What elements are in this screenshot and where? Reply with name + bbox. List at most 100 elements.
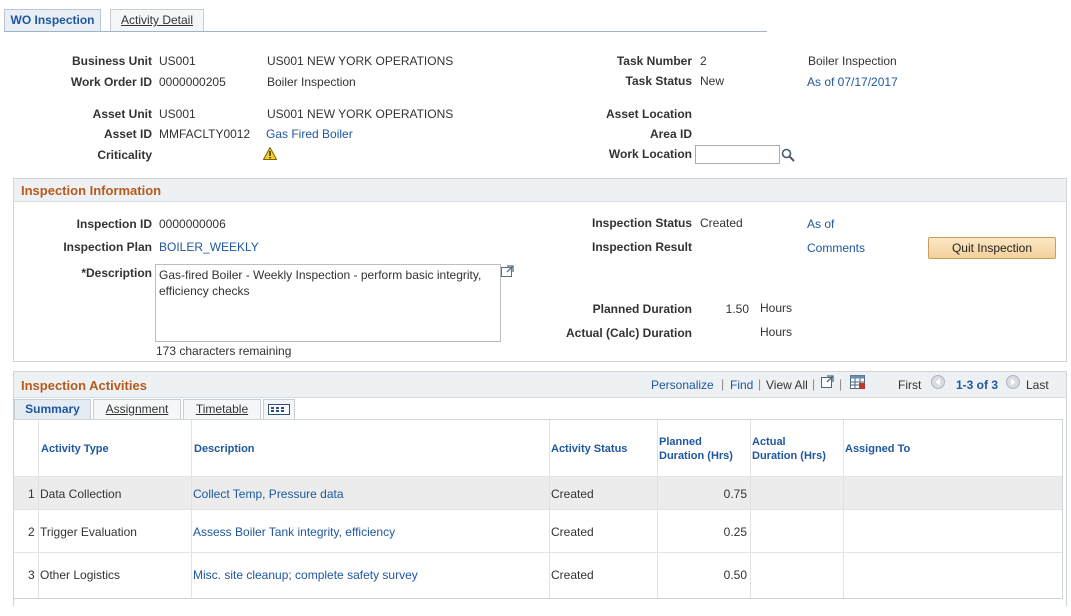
planned-duration-unit: Hours: [760, 301, 793, 315]
col-actual-line2: Duration (Hrs): [752, 450, 826, 462]
tab-assignment-label: Assignment: [105, 402, 169, 416]
view-all-link[interactable]: View All: [766, 378, 808, 392]
task-number-label: Task Number: [616, 54, 692, 68]
col-planned-line2: Duration (Hrs): [659, 450, 733, 462]
col-planned-line1: Planned: [659, 436, 702, 448]
task-status-value: New: [700, 74, 725, 88]
task-status-as-of-link[interactable]: As of 07/17/2017: [807, 75, 898, 89]
work-order-id: 0000000205: [159, 75, 226, 89]
column-divider: [38, 420, 39, 598]
expand-icon[interactable]: [501, 265, 515, 277]
task-number-value: 2: [700, 54, 707, 68]
asset-id-value: MMFACLTY0012: [159, 127, 251, 141]
col-activity-type: Activity Type: [41, 443, 109, 455]
col-description: Description: [194, 443, 255, 455]
show-all-columns-icon[interactable]: [263, 399, 295, 419]
comments-link[interactable]: Comments: [807, 241, 865, 255]
business-unit-label: Business Unit: [71, 54, 152, 68]
column-divider: [191, 420, 192, 598]
column-divider: [843, 420, 844, 598]
toolbar-separator: |: [812, 377, 816, 391]
activity-status-cell: Created: [551, 525, 594, 539]
asset-unit-code: US001: [159, 107, 196, 121]
inspection-result-label: Inspection Result: [591, 240, 692, 254]
activity-status-cell: Created: [551, 568, 594, 582]
inspection-info-title: Inspection Information: [21, 183, 162, 198]
characters-remaining: 173 characters remaining: [156, 344, 292, 358]
inspection-plan-link[interactable]: BOILER_WEEKLY: [159, 240, 259, 254]
inspection-info-header: Inspection Information: [14, 179, 1066, 202]
toolbar-separator: |: [721, 377, 725, 391]
new-window-icon[interactable]: [821, 375, 834, 388]
quit-inspection-button[interactable]: Quit Inspection: [928, 237, 1056, 259]
inspection-activities-title: Inspection Activities: [21, 378, 147, 393]
tab-activity-detail[interactable]: Activity Detail: [110, 9, 204, 31]
actual-duration-unit: Hours: [760, 325, 793, 339]
description-textarea[interactable]: Gas-fired Boiler - Weekly Inspection - p…: [155, 264, 501, 342]
activity-description-link[interactable]: Assess Boiler Tank integrity, efficiency: [193, 525, 395, 539]
asset-unit-label: Asset Unit: [92, 107, 152, 121]
planned-duration-cell: 0.25: [723, 525, 747, 539]
task-status-label: Task Status: [625, 74, 692, 88]
actual-duration-label: Actual (Calc) Duration: [565, 326, 692, 340]
work-order-name: Boiler Inspection: [267, 75, 356, 89]
row-number: 3: [28, 568, 35, 582]
table-row: 1 Data Collection Collect Temp, Pressure…: [14, 476, 1062, 510]
criticality-label: Criticality: [97, 148, 152, 162]
search-icon[interactable]: [781, 148, 795, 162]
last-label: Last: [1026, 378, 1049, 392]
col-actual-duration: Actual Duration (Hrs): [752, 435, 826, 463]
inspection-status-as-of-link[interactable]: As of: [807, 217, 834, 231]
col-planned-duration: Planned Duration (Hrs): [659, 435, 733, 463]
tab-wo-inspection[interactable]: WO Inspection: [4, 9, 101, 31]
tab-timetable[interactable]: Timetable: [183, 399, 261, 419]
asset-id-label: Asset ID: [103, 127, 152, 141]
row-number: 1: [28, 487, 35, 501]
planned-duration-cell: 0.50: [723, 568, 747, 582]
activity-type-cell: Trigger Evaluation: [40, 525, 137, 539]
task-name: Boiler Inspection: [808, 54, 897, 68]
business-unit-code: US001: [159, 54, 196, 68]
activity-description-link[interactable]: Misc. site cleanup; complete safety surv…: [193, 568, 418, 582]
tab-underline: [4, 31, 767, 32]
asset-unit-name: US001 NEW YORK OPERATIONS: [267, 107, 454, 121]
toolbar-separator: |: [839, 377, 843, 391]
download-grid-icon[interactable]: [850, 375, 865, 389]
column-divider: [549, 420, 550, 598]
activities-grid: Activity Type Description Activity Statu…: [13, 419, 1063, 599]
asset-name-link[interactable]: Gas Fired Boiler: [266, 127, 353, 141]
col-assigned-to: Assigned To: [845, 443, 911, 455]
inspection-status-value: Created: [700, 216, 743, 230]
work-location-label: Work Location: [608, 147, 692, 161]
asset-location-label: Asset Location: [605, 107, 692, 121]
planned-duration-value: 1.50: [725, 302, 749, 316]
personalize-link[interactable]: Personalize: [651, 378, 714, 392]
row-number: 2: [28, 525, 35, 539]
warning-icon: [262, 146, 278, 160]
column-divider: [657, 420, 658, 598]
tab-assignment[interactable]: Assignment: [93, 399, 181, 419]
find-link[interactable]: Find: [730, 378, 753, 392]
col-activity-status: Activity Status: [551, 443, 628, 455]
previous-icon: [931, 375, 945, 389]
col-actual-line1: Actual: [752, 436, 786, 448]
planned-duration-cell: 0.75: [723, 487, 747, 501]
inspection-id-value: 0000000006: [159, 217, 226, 231]
description-label: *Description: [81, 266, 152, 280]
activity-description-link[interactable]: Collect Temp, Pressure data: [193, 487, 344, 501]
activity-status-cell: Created: [551, 487, 594, 501]
business-unit-name: US001 NEW YORK OPERATIONS: [267, 54, 454, 68]
work-order-label: Work Order ID: [70, 75, 152, 89]
work-location-input[interactable]: [695, 145, 780, 164]
column-divider: [750, 420, 751, 598]
tab-activity-detail-label: Activity Detail: [120, 13, 194, 27]
row-range: 1-3 of 3: [956, 378, 999, 392]
toolbar-separator: |: [758, 377, 762, 391]
table-row: 2 Trigger Evaluation Assess Boiler Tank …: [14, 509, 1062, 553]
inspection-plan-label: Inspection Plan: [63, 240, 152, 254]
tab-summary[interactable]: Summary: [14, 399, 91, 419]
activity-type-cell: Other Logistics: [40, 568, 121, 582]
inspection-status-label: Inspection Status: [591, 216, 692, 230]
tab-timetable-label: Timetable: [195, 402, 249, 416]
planned-duration-label: Planned Duration: [592, 302, 692, 316]
